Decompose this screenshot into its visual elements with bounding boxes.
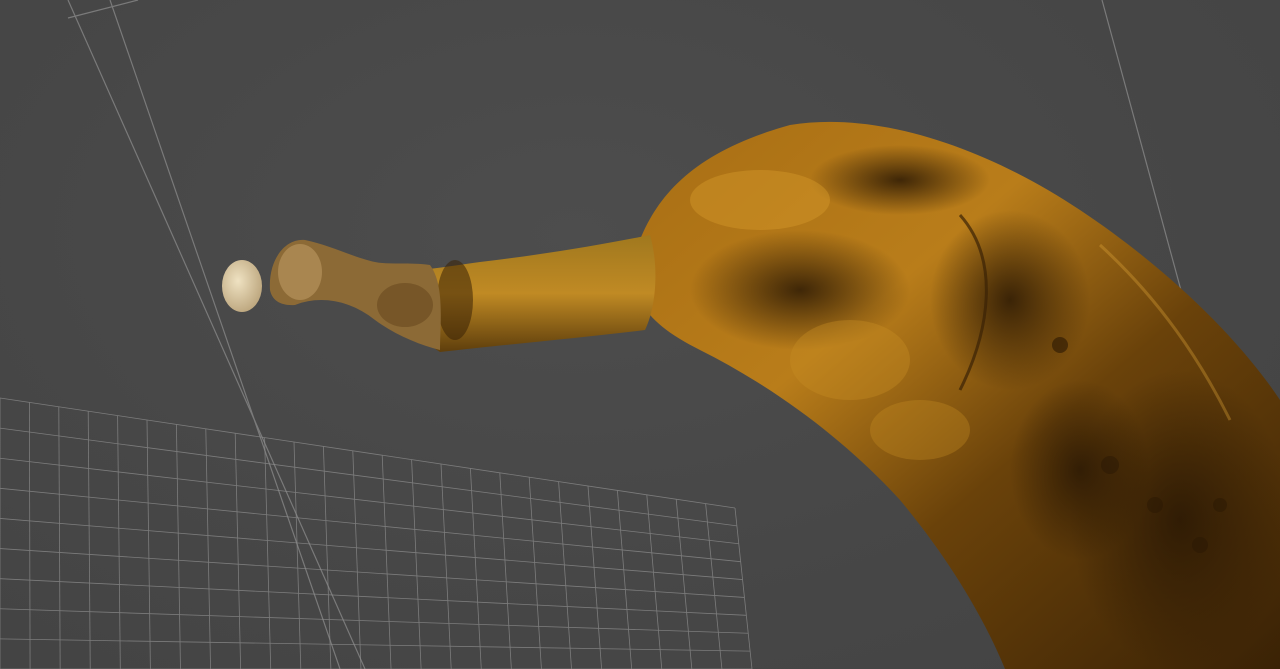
banana-model[interactable] <box>222 121 1280 669</box>
grid-line <box>264 437 272 669</box>
grid-line <box>0 608 749 634</box>
grid-line <box>705 503 723 669</box>
grid-line <box>146 419 151 669</box>
grid-line <box>234 433 242 669</box>
grid-line <box>0 487 741 563</box>
grid-line <box>470 468 482 669</box>
grid-line <box>617 490 633 669</box>
grid-line <box>0 397 736 509</box>
grid-line <box>587 485 602 669</box>
grid-line <box>558 481 572 669</box>
grid-line <box>528 477 542 669</box>
grid-line <box>352 450 362 669</box>
grid-line <box>440 463 452 669</box>
grid-line <box>0 427 737 527</box>
grid-line <box>0 518 743 580</box>
grid-line <box>0 578 747 616</box>
viewport-canvas[interactable] <box>0 0 1280 669</box>
grid-line <box>0 548 745 598</box>
grid-line <box>176 424 181 669</box>
grid-line <box>499 472 512 669</box>
grid-line <box>293 441 302 669</box>
3d-viewport[interactable] <box>0 0 1280 669</box>
grid-line <box>29 402 31 669</box>
grid-line <box>0 457 739 545</box>
grid-line <box>205 428 211 669</box>
grid-line <box>0 638 751 652</box>
grid-line <box>734 507 753 669</box>
grid-line <box>323 446 332 669</box>
ground-grid <box>0 397 753 669</box>
banana-tip <box>222 260 262 312</box>
grid-line <box>87 411 91 669</box>
grid-line <box>58 406 61 669</box>
grid-line <box>411 459 422 669</box>
grid-line <box>381 455 392 669</box>
grid-line <box>675 499 693 669</box>
grid-line <box>646 494 663 669</box>
grid-line <box>117 415 121 669</box>
